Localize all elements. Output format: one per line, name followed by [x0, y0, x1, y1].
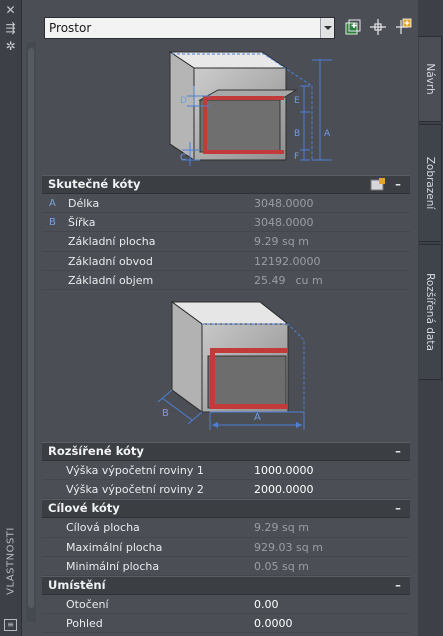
property-row-max-area[interactable]: Maximální plocha 929.03 sq m [42, 538, 410, 557]
property-value: 0.05 sq m [254, 559, 309, 573]
property-row-base-volume[interactable]: Základní objem 25.49 cu m [42, 271, 410, 290]
section-title: Cílové kóty [48, 501, 120, 516]
property-row-calc-plane-1[interactable]: Výška výpočetní roviny 1 1000.0000 [42, 461, 410, 481]
property-label: Základní plocha [68, 235, 156, 249]
properties-panel: Prostor D E B A C F Skutečné kóty – A Dé… [22, 0, 418, 636]
property-value[interactable]: 0.00 [254, 595, 279, 614]
property-value[interactable]: 2000.0000 [254, 480, 314, 499]
collapse-icon[interactable]: – [392, 178, 404, 190]
property-value[interactable]: 0.0000 [254, 614, 293, 633]
property-label: Maximální plocha [66, 540, 163, 554]
collapse-icon[interactable]: – [392, 579, 404, 591]
property-label: Výška výpočetní roviny 1 [66, 463, 204, 477]
dim-label-d: D [180, 96, 187, 106]
collapse-icon[interactable]: – [392, 445, 404, 457]
dim-label-a: A [324, 129, 331, 139]
tab-extended-data[interactable]: Rozšířená data [419, 244, 442, 380]
property-row-elevation[interactable]: Pohled 0.0000 [42, 614, 410, 634]
tab-design[interactable]: Návrh [419, 36, 442, 122]
dim-label-e: E [294, 96, 300, 106]
scrollbar[interactable] [26, 42, 36, 622]
dim-label-f: F [294, 152, 299, 162]
property-value: 9.29 sq m [254, 521, 309, 535]
object-type-value: Prostor [49, 21, 92, 35]
toggle-pickadd-icon[interactable] [393, 17, 413, 37]
property-row-min-area[interactable]: Minimální plocha 0.05 sq m [42, 557, 410, 576]
dim-label-b: B [294, 129, 300, 139]
property-value: 12192.0000 [254, 254, 321, 268]
property-row-target-area[interactable]: Cílová plocha 9.29 sq m [42, 518, 410, 538]
property-label: Otočení [66, 597, 109, 611]
property-label: Délka [68, 197, 100, 210]
property-row-width[interactable]: B Šířka 3048.0000 [42, 213, 410, 233]
property-value: 929.03 sq m [254, 540, 323, 554]
tab-display[interactable]: Zobrazení [419, 124, 442, 242]
settings-icon[interactable]: ✲ [3, 40, 18, 53]
dim-label-a: A [254, 412, 261, 423]
property-value: 25.49 cu m [254, 273, 323, 287]
space-dimensions-diagram: D E B A C F [42, 42, 410, 175]
property-label: Základní objem [68, 273, 154, 287]
section-target-dimensions[interactable]: Cílové kóty – [42, 499, 410, 519]
base-dimensions-diagram: B A [42, 289, 410, 442]
section-actual-dimensions[interactable]: Skutečné kóty – [42, 175, 410, 194]
property-label: Výška výpočetní roviny 2 [66, 483, 204, 497]
dimension-settings-icon[interactable] [370, 178, 386, 191]
quick-select-icon[interactable] [343, 17, 363, 37]
property-row-base-area[interactable]: Základní plocha 9.29 sq m [42, 232, 410, 252]
section-title: Skutečné kóty [48, 177, 141, 191]
chevron-down-icon[interactable] [320, 18, 334, 38]
palette-tabs: Návrh Zobrazení Rozšířená data [418, 0, 443, 636]
palette-menu-icon[interactable]: ≡ [4, 619, 17, 631]
close-icon[interactable]: ✕ [3, 4, 18, 17]
palette-title-strip: ✕ ⇶ ✲ VLASTNOSTI ≡ [0, 0, 22, 636]
property-value: 3048.0000 [254, 216, 314, 230]
property-label: Šířka [68, 216, 96, 230]
property-row-rotation[interactable]: Otočení 0.00 [42, 595, 410, 615]
property-row-base-perimeter[interactable]: Základní obvod 12192.0000 [42, 252, 410, 271]
property-value: 9.29 sq m [254, 235, 309, 249]
property-value: 3048.0000 [254, 197, 314, 210]
auto-hide-icon[interactable]: ⇶ [3, 22, 18, 35]
section-title: Umístění [48, 577, 106, 592]
section-extended-dimensions[interactable]: Rozšířené kóty – [42, 441, 410, 461]
property-label: Základní obvod [68, 254, 153, 268]
section-title: Rozšířené kóty [48, 443, 144, 458]
property-label: Cílová plocha [66, 521, 140, 535]
properties-content: D E B A C F Skutečné kóty – A Délka 3048… [42, 42, 410, 634]
dim-label-b: B [162, 408, 169, 419]
palette-title: VLASTNOSTI [5, 527, 17, 595]
section-location[interactable]: Umístění – [42, 575, 410, 595]
property-value[interactable]: 1000.0000 [254, 461, 314, 480]
top-toolbar: Prostor [22, 0, 418, 42]
dimension-badge: B [49, 217, 56, 229]
dim-label-c: C [180, 153, 186, 163]
property-row-calc-plane-2[interactable]: Výška výpočetní roviny 2 2000.0000 [42, 480, 410, 500]
object-type-dropdown[interactable]: Prostor [44, 17, 335, 39]
collapse-icon[interactable]: – [392, 502, 404, 514]
scrollbar-thumb[interactable] [28, 48, 34, 608]
select-objects-icon[interactable] [368, 17, 388, 37]
property-label: Pohled [66, 617, 103, 631]
dimension-badge: A [49, 198, 56, 209]
property-label: Minimální plocha [66, 559, 160, 573]
property-row-length[interactable]: A Délka 3048.0000 [42, 194, 410, 214]
